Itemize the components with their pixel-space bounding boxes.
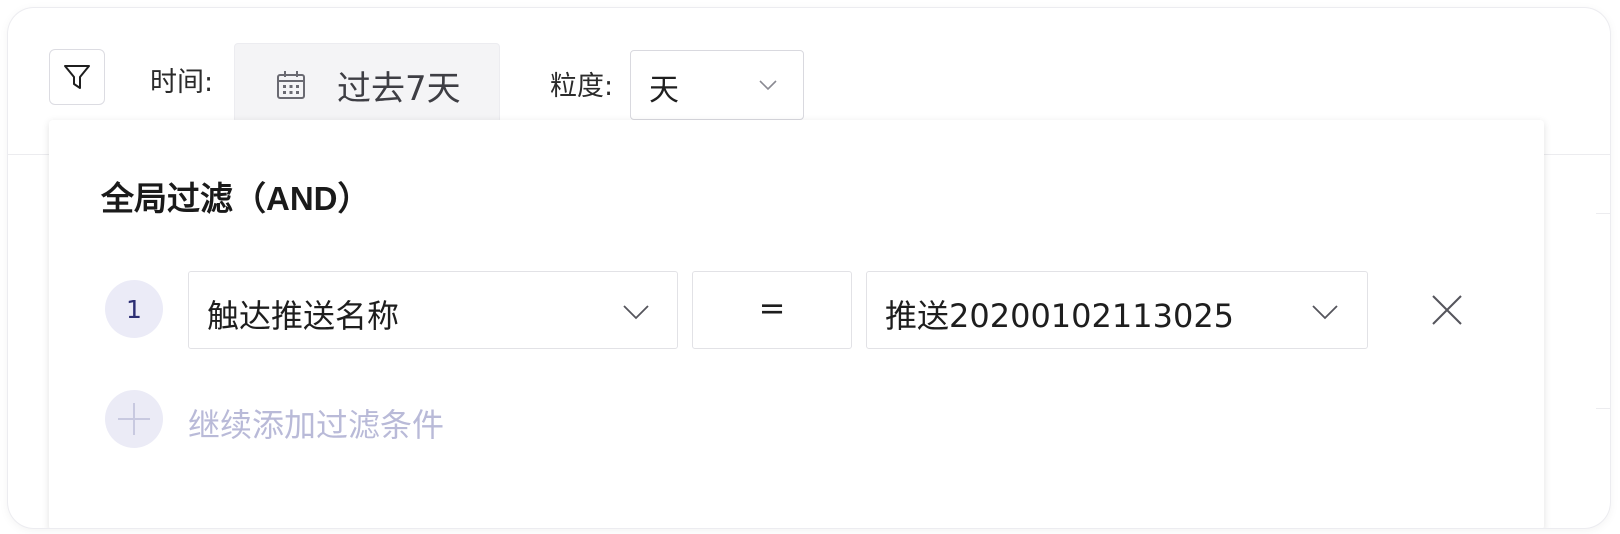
filter-toggle-button[interactable] <box>49 49 105 105</box>
plus-icon <box>118 403 150 435</box>
panel-title: 全局过滤（AND） <box>101 180 371 217</box>
condition-operator-select[interactable]: = <box>692 271 852 349</box>
global-filter-panel: 全局过滤（AND） 1 触达推送名称 = 推送20200102113025 继续… <box>49 120 1544 528</box>
filter-funnel-icon <box>64 65 90 89</box>
condition-value-text: 推送20200102113025 <box>885 297 1235 335</box>
condition-value-select[interactable]: 推送20200102113025 <box>866 271 1368 349</box>
condition-index-badge: 1 <box>105 280 163 338</box>
add-condition-plus-icon[interactable] <box>105 390 163 448</box>
condition-operator-value: = <box>758 289 786 327</box>
divider-tick <box>1596 408 1610 409</box>
condition-property-select[interactable]: 触达推送名称 <box>188 271 678 349</box>
chevron-down-icon <box>1312 305 1338 320</box>
divider-tick <box>1596 213 1610 214</box>
remove-condition-close-icon[interactable] <box>1429 292 1465 328</box>
chevron-down-icon <box>623 305 649 320</box>
chevron-down-icon <box>759 80 777 91</box>
granularity-label: 粒度: <box>550 71 614 102</box>
add-condition-link[interactable]: 继续添加过滤条件 <box>188 400 444 446</box>
date-range-value: 过去7天 <box>337 69 461 109</box>
date-range-picker[interactable]: 过去7天 <box>234 43 500 123</box>
time-label: 时间: <box>150 67 214 98</box>
granularity-select[interactable]: 天 <box>630 50 804 120</box>
condition-property-value: 触达推送名称 <box>207 297 400 335</box>
app-frame: 时间: 过去7天 粒度: 天 全局过滤（AND） 1 触达推送名称 = 推送20… <box>8 8 1610 528</box>
granularity-value: 天 <box>649 73 679 108</box>
calendar-icon <box>277 71 305 99</box>
